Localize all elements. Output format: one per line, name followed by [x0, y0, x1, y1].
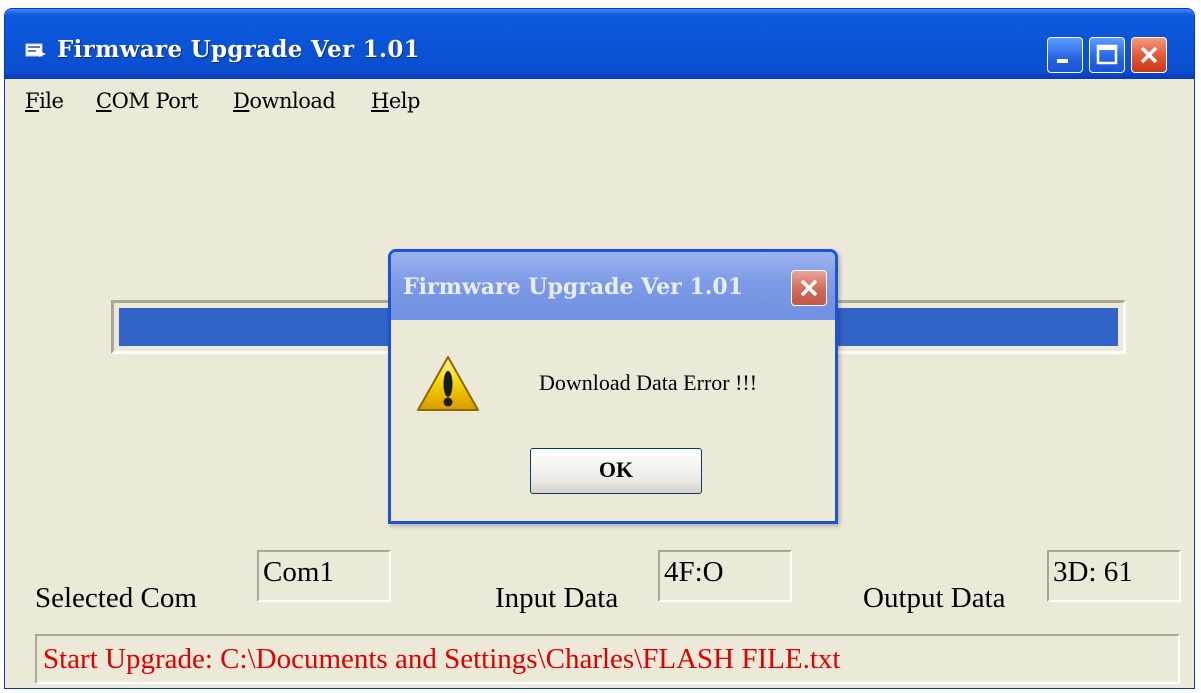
close-icon: [800, 279, 818, 297]
ok-button[interactable]: OK: [530, 448, 702, 494]
dialog-title-bar[interactable]: Firmware Upgrade Ver 1.01: [391, 252, 835, 320]
menu-download[interactable]: Download: [233, 89, 336, 113]
dialog-message: Download Data Error !!!: [539, 370, 758, 395]
error-dialog: Firmware Upgrade Ver 1.01 Download Data …: [388, 249, 838, 524]
output-data-label: Output Data: [863, 582, 1006, 614]
status-bar: Start Upgrade: C:\Documents and Settings…: [35, 634, 1180, 684]
selected-com-field: Com1: [257, 550, 391, 602]
minimize-button[interactable]: [1047, 37, 1083, 73]
minimize-icon: [1057, 59, 1068, 63]
close-icon: [1140, 46, 1158, 64]
dialog-title: Firmware Upgrade Ver 1.01: [403, 274, 744, 300]
dialog-close-button[interactable]: [791, 270, 827, 306]
close-button[interactable]: [1131, 37, 1167, 73]
input-data-field: 4F:O: [658, 550, 792, 602]
menu-com-port[interactable]: COM Port: [96, 89, 198, 113]
maximize-button[interactable]: [1089, 37, 1125, 73]
menu-file[interactable]: File: [25, 89, 64, 113]
maximize-icon: [1096, 44, 1118, 65]
app-icon: [25, 43, 46, 57]
selected-com-label: Selected Com: [35, 582, 197, 614]
title-bar[interactable]: Firmware Upgrade Ver 1.01: [5, 9, 1194, 79]
input-data-label: Input Data: [495, 582, 619, 614]
warning-icon: [417, 356, 479, 411]
menu-help[interactable]: Help: [371, 89, 420, 113]
window-title: Firmware Upgrade Ver 1.01: [57, 36, 420, 63]
output-data-field: 3D: 61: [1047, 550, 1181, 602]
